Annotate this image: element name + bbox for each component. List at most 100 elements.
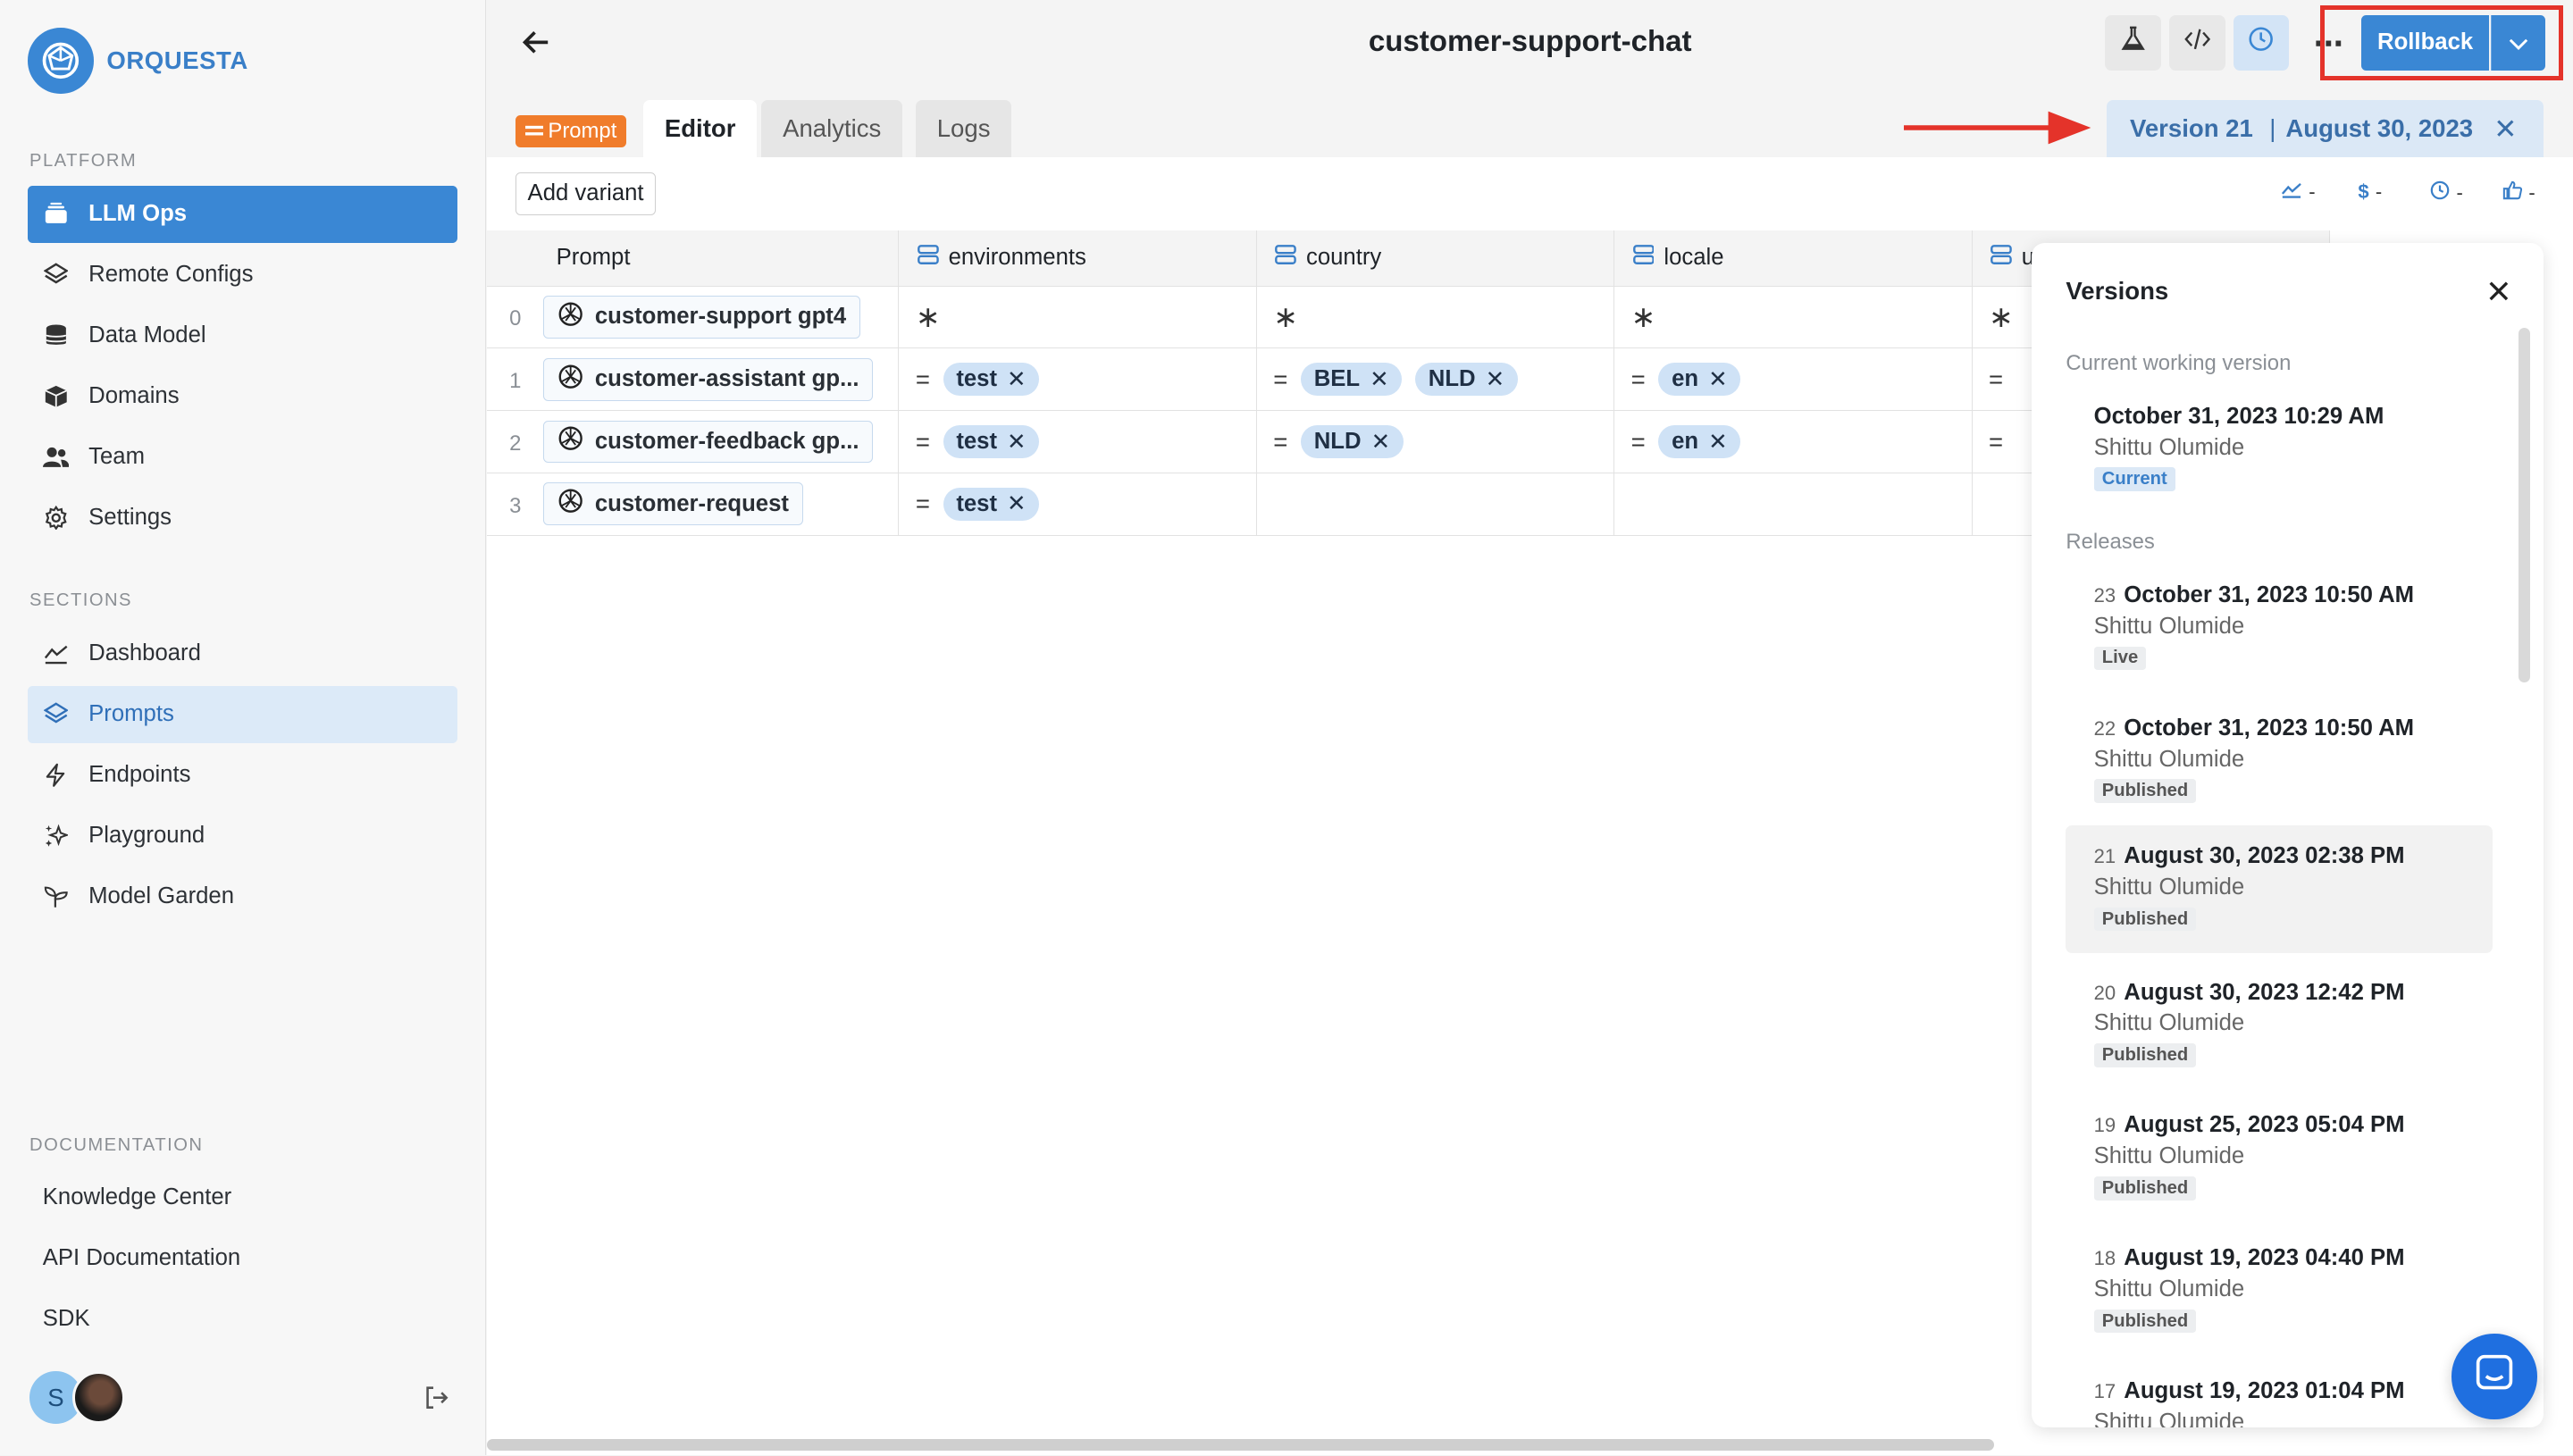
doc-item-sdk[interactable]: SDK (43, 1306, 90, 1332)
close-panel-icon[interactable] (2487, 279, 2510, 309)
add-variant-button[interactable]: Add variant (515, 172, 657, 215)
metric-value: - (2456, 181, 2463, 205)
chart-line-icon (43, 640, 69, 666)
value-chip[interactable]: NLD ✕ (1415, 363, 1518, 397)
sidebar-item-data-model[interactable]: Data Model (28, 306, 457, 364)
rollback-dropdown-button[interactable] (2491, 14, 2545, 71)
metric-feedback[interactable]: - (2502, 180, 2535, 205)
remove-chip-icon[interactable]: ✕ (1371, 429, 1391, 456)
version-date: August 30, 2023 (2285, 114, 2474, 143)
sections-section-label: SECTIONS (29, 590, 132, 611)
logout-icon[interactable] (423, 1385, 449, 1410)
table-cell[interactable]: = test ✕ (899, 473, 1257, 536)
column-header-environments[interactable]: environments (899, 230, 1257, 287)
variant-name: customer-request (594, 490, 789, 516)
variant-button[interactable]: customer-assistant gp... (542, 357, 874, 401)
tab-logs[interactable]: Logs (915, 100, 1012, 158)
remove-chip-icon[interactable]: ✕ (1370, 366, 1389, 393)
equals-operator: = (1630, 364, 1646, 393)
version-number: 23 (2093, 584, 2116, 607)
metric-cost[interactable]: $ - (2358, 180, 2382, 204)
table-cell[interactable]: = en ✕ (1614, 411, 1973, 473)
version-indicator[interactable]: Version 21 | August 30, 2023 ✕ (2107, 100, 2544, 158)
remove-chip-icon[interactable]: ✕ (1486, 366, 1505, 393)
equals-icon (524, 119, 543, 144)
table-row-prompt: customer-request (487, 473, 900, 536)
sidebar-item-team[interactable]: Team (28, 428, 457, 485)
table-cell[interactable]: = en ✕ (1614, 348, 1973, 412)
value-chip[interactable]: BEL ✕ (1301, 363, 1403, 397)
version-item[interactable]: 20 August 30, 2023 12:42 PM Shittu Olumid… (2066, 961, 2493, 1089)
metric-latency-trend[interactable]: - (2281, 180, 2316, 204)
table-cell[interactable]: = test ✕ (899, 411, 1257, 473)
experiment-button[interactable] (2105, 14, 2161, 71)
table-cell[interactable]: = test ✕ (899, 348, 1257, 412)
table-cell[interactable]: ∗ (899, 286, 1257, 349)
back-arrow-icon[interactable] (520, 26, 553, 59)
version-item[interactable]: 23 October 31, 2023 10:50 AM Shittu Olumi… (2066, 565, 2493, 692)
sidebar-item-settings[interactable]: Settings (28, 489, 457, 546)
remove-chip-icon[interactable]: ✕ (1708, 429, 1728, 456)
profile-avatar[interactable] (71, 1371, 125, 1425)
table-cell[interactable]: = BEL ✕ NLD ✕ (1256, 348, 1615, 412)
version-item[interactable]: 17 August 19, 2023 01:04 PM Shittu Olumid… (2066, 1360, 2493, 1427)
column-header-country[interactable]: country (1256, 230, 1615, 287)
versions-history-button[interactable] (2233, 14, 2290, 71)
rollback-button[interactable]: Rollback (2360, 14, 2490, 71)
table-cell[interactable] (1256, 473, 1615, 536)
layers-icon (43, 701, 69, 727)
version-number: 19 (2093, 1114, 2116, 1137)
version-item[interactable]: 19 August 25, 2023 05:04 PM Shittu Olumid… (2066, 1094, 2493, 1222)
equals-operator: = (1273, 364, 1288, 393)
version-item[interactable]: 18 August 19, 2023 04:40 PM Shittu Olumid… (2066, 1227, 2493, 1355)
sidebar-item-llm-ops[interactable]: LLM Ops (28, 185, 458, 243)
value-chip[interactable]: test ✕ (943, 363, 1040, 397)
variant-button[interactable]: customer-request (542, 482, 803, 526)
doc-item-knowledge-center[interactable]: Knowledge Center (43, 1184, 231, 1210)
tab-editor[interactable]: Editor (642, 100, 758, 158)
version-number: 22 (2093, 716, 2116, 740)
close-version-icon[interactable]: ✕ (2493, 113, 2517, 146)
version-number: 18 (2093, 1247, 2116, 1270)
horizontal-scrollbar[interactable] (487, 1438, 1994, 1451)
sidebar-item-prompts[interactable]: Prompts (28, 685, 458, 744)
version-datetime: August 30, 2023 02:38 PM (2124, 843, 2405, 869)
value-chip[interactable]: test ✕ (943, 487, 1040, 521)
table-cell[interactable]: ∗ (1256, 286, 1615, 349)
sidebar-item-domains[interactable]: Domains (28, 367, 457, 424)
remove-chip-icon[interactable]: ✕ (1007, 490, 1027, 517)
remove-chip-icon[interactable]: ✕ (1708, 366, 1728, 393)
code-button[interactable] (2169, 14, 2225, 71)
sidebar-item-model-garden[interactable]: Model Garden (28, 868, 457, 925)
sidebar-item-playground[interactable]: Playground (28, 807, 457, 865)
current-version-label: Current working version (2066, 351, 2292, 376)
value-chip[interactable]: NLD ✕ (1301, 425, 1404, 458)
variant-button[interactable]: customer-support gpt4 (542, 296, 860, 339)
table-cell[interactable]: = NLD ✕ (1256, 411, 1615, 473)
variant-name: customer-feedback gp... (594, 429, 859, 455)
tab-analytics[interactable]: Analytics (761, 100, 903, 158)
metric-latency[interactable]: - (2430, 180, 2463, 205)
remove-chip-icon[interactable]: ✕ (1007, 366, 1027, 393)
value-chip[interactable]: en ✕ (1658, 363, 1741, 397)
table-cell[interactable] (1614, 473, 1973, 536)
version-item[interactable]: 22 October 31, 2023 10:50 AM Shittu Olumi… (2066, 698, 2493, 825)
value-chip[interactable]: en ✕ (1658, 425, 1741, 458)
panel-scrollbar[interactable] (2519, 328, 2531, 683)
sidebar-item-endpoints[interactable]: Endpoints (28, 747, 457, 804)
remove-chip-icon[interactable]: ✕ (1007, 429, 1027, 456)
table-cell[interactable]: ∗ (1614, 286, 1973, 349)
variant-button[interactable]: customer-feedback gp... (542, 420, 874, 464)
value-chip[interactable]: test ✕ (943, 425, 1040, 458)
column-header-locale[interactable]: locale (1614, 230, 1973, 287)
version-status-badge: Published (2093, 1043, 2197, 1067)
chat-support-button[interactable] (2451, 1334, 2537, 1419)
version-item-selected[interactable]: 21 August 30, 2023 02:38 PM Shittu Olumid… (2066, 824, 2493, 954)
brand-logo[interactable]: ORQUESTA (28, 28, 248, 94)
sidebar-item-remote-configs[interactable]: Remote Configs (28, 247, 457, 304)
doc-item-api-documentation[interactable]: API Documentation (43, 1245, 240, 1271)
version-status-badge: Published (2093, 907, 2197, 932)
sidebar-item-dashboard[interactable]: Dashboard (28, 625, 457, 682)
sidebar-item-label: Dashboard (88, 640, 201, 666)
version-item-current[interactable]: October 31, 2023 10:29 AM Shittu Olumide… (2066, 386, 2493, 514)
